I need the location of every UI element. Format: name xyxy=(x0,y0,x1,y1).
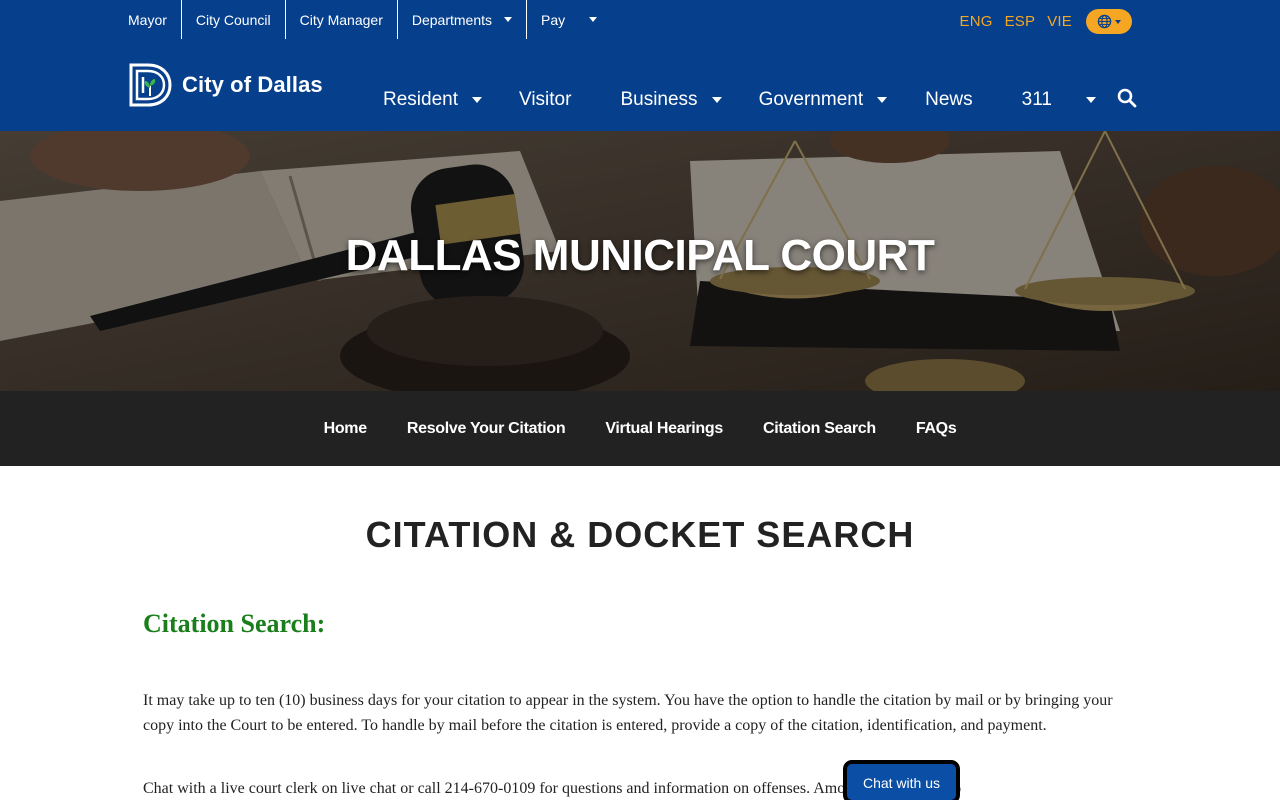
chat-with-us-button[interactable]: Chat with us xyxy=(843,760,960,800)
nav-item-government[interactable]: Government xyxy=(759,89,888,111)
utility-link-label: City Manager xyxy=(299,11,383,28)
utility-link-label: Pay xyxy=(541,11,566,28)
nav-item-label: 311 xyxy=(1021,89,1052,110)
citation-info-paragraph: It may take up to ten (10) business days… xyxy=(143,692,1113,734)
nav-item-label: Visitor xyxy=(519,89,572,110)
utility-link-mayor[interactable]: Mayor xyxy=(128,0,182,39)
nav-item-label: Resident xyxy=(383,89,458,110)
chevron-down-icon xyxy=(711,97,722,103)
utility-nav: Mayor City Council City Manager Departme… xyxy=(128,0,611,39)
chevron-down-icon xyxy=(589,17,598,22)
city-logo-link[interactable]: City of Dallas xyxy=(128,62,323,108)
globe-icon xyxy=(1097,14,1112,29)
translate-button[interactable] xyxy=(1086,9,1132,34)
utility-link-pay[interactable]: Pay xyxy=(527,0,611,39)
nav-item-visitor[interactable]: Visitor xyxy=(519,89,571,111)
language-eng[interactable]: ENG xyxy=(959,13,992,30)
nav-item-business[interactable]: Business xyxy=(620,89,722,111)
live-chat-paragraph: Chat with a live court clerk on live cha… xyxy=(143,780,962,797)
subnav-item-virtual-hearings[interactable]: Virtual Hearings xyxy=(605,420,723,438)
logo-text: City of Dallas xyxy=(182,72,323,97)
chevron-down-icon xyxy=(1085,97,1096,103)
utility-link-city-council[interactable]: City Council xyxy=(182,0,286,39)
nav-item-label: Government xyxy=(758,89,864,110)
language-switcher: ENG ESP VIE xyxy=(959,9,1132,34)
utility-link-city-manager[interactable]: City Manager xyxy=(286,0,398,39)
search-button[interactable] xyxy=(1117,88,1137,108)
nav-item-label: News xyxy=(925,89,973,110)
hero-title: DALLAS MUNICIPAL COURT xyxy=(345,231,935,280)
site-header: Mayor City Council City Manager Departme… xyxy=(0,0,1280,131)
language-esp[interactable]: ESP xyxy=(1005,13,1036,30)
dallas-logo-icon xyxy=(129,63,172,107)
chevron-down-icon xyxy=(472,97,482,103)
chevron-down-icon xyxy=(504,17,513,22)
section-title: Citation Search: xyxy=(143,609,326,638)
hero-banner: DALLAS MUNICIPAL COURT xyxy=(0,131,1280,391)
language-vie[interactable]: VIE xyxy=(1047,13,1072,30)
nav-item-label: Business xyxy=(620,89,698,110)
main-nav: Resident Visitor Business Government New… xyxy=(383,86,1096,114)
nav-item-news[interactable]: News xyxy=(925,89,973,111)
subnav-item-home[interactable]: Home xyxy=(324,420,368,438)
chevron-down-icon xyxy=(877,97,888,103)
utility-link-departments[interactable]: Departments xyxy=(398,0,528,39)
chat-button-label: Chat with us xyxy=(862,775,941,791)
utility-link-label: City Council xyxy=(195,11,271,28)
subnav-item-citation-search[interactable]: Citation Search xyxy=(763,420,876,438)
nav-item-resident[interactable]: Resident xyxy=(383,89,482,111)
subnav-item-faqs[interactable]: FAQs xyxy=(916,420,957,438)
nav-item-311[interactable]: 311 xyxy=(1022,89,1096,111)
utility-link-label: Mayor xyxy=(128,11,167,28)
page-heading: CITATION & DOCKET SEARCH xyxy=(365,514,915,555)
utility-link-label: Departments xyxy=(411,11,493,28)
search-icon xyxy=(1117,88,1137,108)
court-subnav: Home Resolve Your Citation Virtual Heari… xyxy=(0,391,1280,466)
subnav-item-resolve-your-citation[interactable]: Resolve Your Citation xyxy=(407,420,566,438)
chevron-down-icon xyxy=(1115,19,1121,24)
